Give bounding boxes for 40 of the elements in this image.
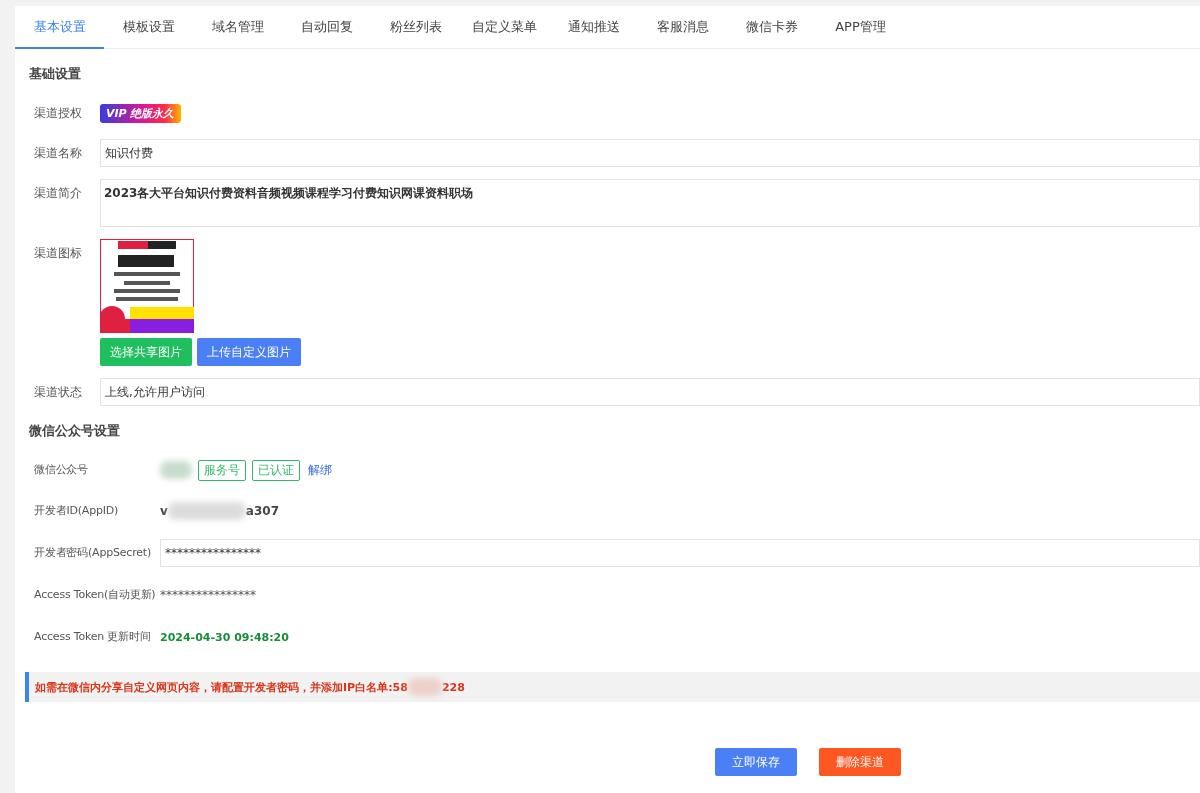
- notice-text: 如需在微信内分享自定义网页内容，请配置开发者密码，并添加IP白名单:58: [35, 679, 408, 695]
- tab[interactable]: 通知推送: [549, 6, 638, 49]
- input-field[interactable]: 知识付费: [100, 139, 1200, 167]
- section-title: 微信公众号设置: [29, 422, 121, 440]
- field-label: 渠道图标: [33, 245, 83, 262]
- field-label: 渠道授权: [33, 105, 83, 122]
- tab[interactable]: 自定义菜单: [460, 6, 549, 49]
- input-field[interactable]: ****************: [160, 539, 1200, 567]
- status-tag: 服务号: [198, 459, 246, 481]
- blurred-text: [407, 678, 442, 696]
- field-label: 渠道简介: [33, 185, 83, 202]
- value-text: a307: [245, 504, 279, 518]
- unbind-link[interactable]: 解绑: [308, 461, 332, 479]
- timestamp: 2024-04-30 09:48:20: [160, 630, 289, 644]
- field-label: 开发者ID(AppID): [33, 503, 120, 519]
- tab[interactable]: APP管理: [816, 6, 905, 49]
- field-label: 开发者密码(AppSecret): [33, 545, 153, 561]
- field-label: 微信公众号: [33, 462, 89, 478]
- tab[interactable]: 客服消息: [638, 6, 727, 49]
- field-label: Access Token(自动更新): [33, 587, 156, 603]
- upload-button[interactable]: 上传自定义图片: [197, 338, 301, 366]
- value-text: v: [160, 504, 168, 518]
- tab[interactable]: 模板设置: [104, 6, 193, 49]
- save-button[interactable]: 立即保存: [715, 748, 797, 776]
- notice-text: 228: [441, 680, 465, 694]
- tab[interactable]: 粉丝列表: [371, 6, 460, 49]
- input-field[interactable]: 上线,允许用户访问: [100, 378, 1200, 406]
- tab[interactable]: 自动回复: [282, 6, 371, 49]
- status-tag: 已认证: [252, 459, 300, 481]
- text-area[interactable]: 2023各大平台知识付费资料音频视频课程学习付费知识网课资料职场: [100, 179, 1200, 227]
- section-title: 基础设置: [29, 65, 82, 83]
- vip-badge: VIP 绝版永久: [100, 103, 181, 123]
- tab[interactable]: 基本设置: [15, 6, 104, 49]
- field-label: Access Token 更新时间: [33, 629, 152, 645]
- value-text: ****************: [160, 588, 256, 602]
- field-label: 渠道名称: [33, 145, 83, 162]
- blurred-text: [160, 461, 192, 479]
- tab[interactable]: 域名管理: [193, 6, 282, 49]
- tab[interactable]: 微信卡券: [727, 6, 816, 49]
- field-label: 渠道状态: [33, 384, 83, 401]
